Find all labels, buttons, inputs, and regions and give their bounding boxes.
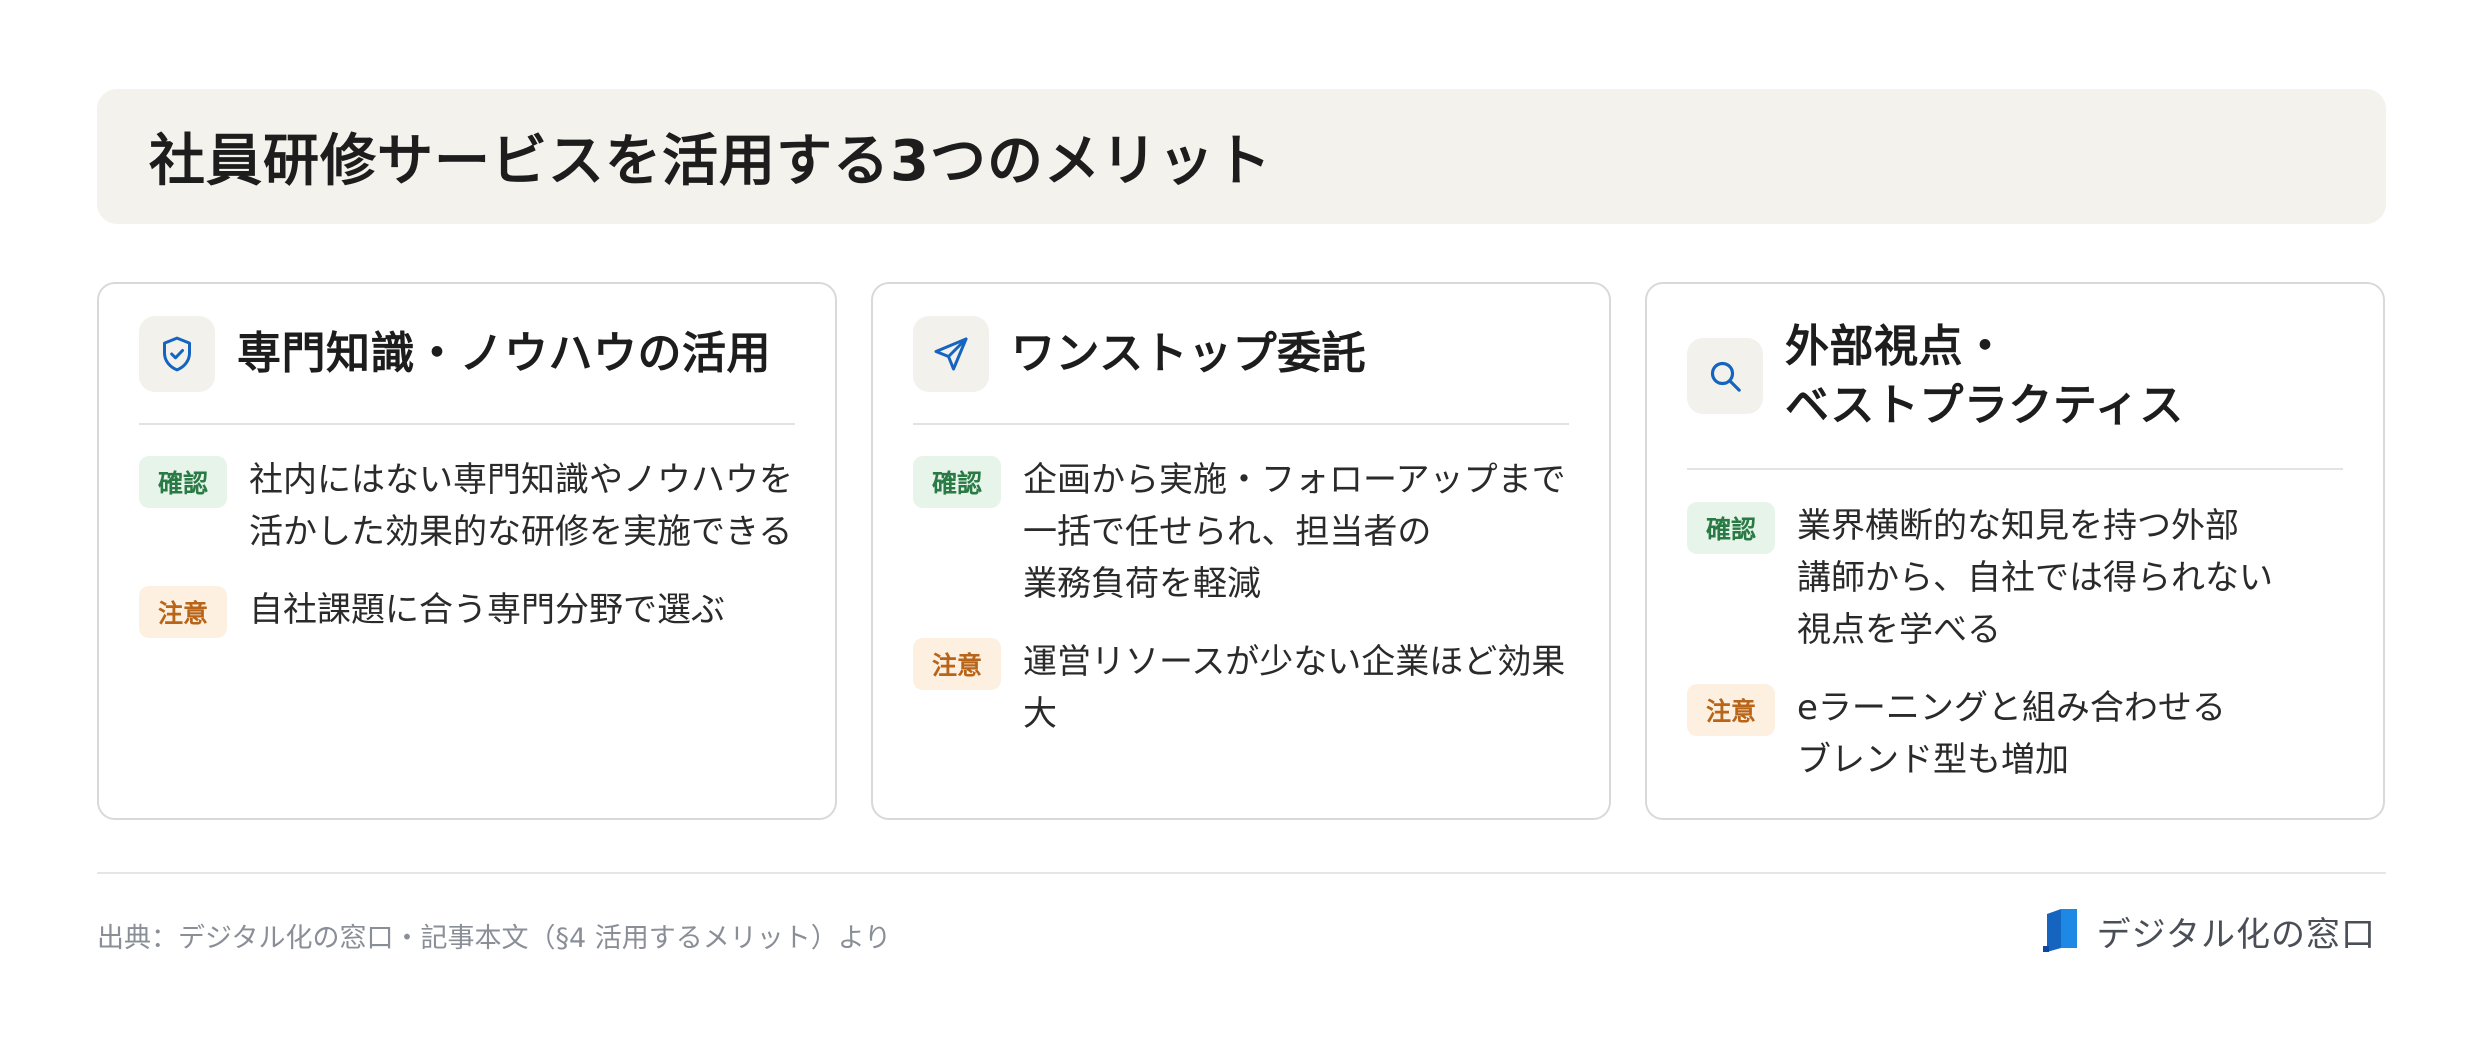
search-icon — [1687, 338, 1763, 414]
card-body: 確認 社内にはない専門知識やノウハウを 活かした効果的な研修を実施できる 注意 … — [139, 454, 805, 664]
card-header: 外部視点・ ベストプラクティス — [1687, 284, 2343, 470]
card-title: 外部視点・ ベストプラクティス — [1785, 320, 2184, 431]
item-text: eラーニングと組み合わせる ブレンド型も増加 — [1797, 688, 2226, 780]
list-item: 確認 業界横断的な知見を持つ外部 講師から、自社では得られない 視点を学べる — [1687, 500, 2353, 656]
list-item: 確認 企画から実施・フォローアップまで 一括で任せられ、担当者の 業務負荷を軽減 — [913, 454, 1579, 610]
send-icon — [913, 315, 989, 392]
item-text: 企画から実施・フォローアップまで 一括で任せられ、担当者の 業務負荷を軽減 — [1023, 460, 1566, 604]
card-header: ワンストップ委託 — [913, 284, 1569, 425]
card-header: 専門知識・ノウハウの活用 — [139, 284, 795, 425]
card-title: ワンストップ委託 — [1011, 327, 1367, 379]
list-item: 注意 自社課題に合う専門分野で選ぶ — [139, 584, 805, 638]
list-item: 確認 社内にはない専門知識やノウハウを 活かした効果的な研修を実施できる — [139, 454, 805, 558]
caution-badge: 注意 — [1687, 684, 1775, 736]
source-note: 出典：デジタル化の窓口・記事本文（§4 活用するメリット）より — [97, 923, 892, 954]
list-item: 注意 eラーニングと組み合わせる ブレンド型も増加 — [1687, 682, 2353, 786]
item-text: 運営リソースが少ない企業ほど効果 大 — [1023, 642, 1566, 734]
item-text: 自社課題に合う専門分野で選ぶ — [249, 590, 725, 630]
shield-check-icon — [139, 315, 215, 392]
card-expertise: 専門知識・ノウハウの活用 確認 社内にはない専門知識やノウハウを 活かした効果的… — [97, 282, 837, 820]
card-external-perspective: 外部視点・ ベストプラクティス 確認 業界横断的な知見を持つ外部 講師から、自社… — [1645, 282, 2385, 820]
card-one-stop: ワンストップ委託 確認 企画から実施・フォローアップまで 一括で任せられ、担当者… — [871, 282, 1611, 820]
title-banner: 社員研修サービスを活用する3つのメリット — [97, 89, 2386, 224]
list-item: 注意 運営リソースが少ない企業ほど効果 大 — [913, 636, 1579, 740]
confirm-badge: 確認 — [139, 456, 227, 508]
card-body: 確認 企画から実施・フォローアップまで 一括で任せられ、担当者の 業務負荷を軽減… — [913, 454, 1579, 766]
brand-name: デジタル化の窓口 — [2096, 914, 2376, 955]
item-text: 社内にはない専門知識やノウハウを 活かした効果的な研修を実施できる — [249, 460, 793, 552]
item-text: 業界横断的な知見を持つ外部 講師から、自社では得られない 視点を学べる — [1797, 506, 2273, 650]
caution-badge: 注意 — [139, 586, 227, 638]
card-title: 専門知識・ノウハウの活用 — [237, 327, 771, 379]
footer-divider — [97, 872, 2386, 874]
page-title: 社員研修サービスを活用する3つのメリット — [149, 129, 1272, 194]
caution-badge: 注意 — [913, 638, 1001, 690]
brand-logo: デジタル化の窓口 — [2042, 906, 2376, 956]
confirm-badge: 確認 — [913, 456, 1001, 508]
brand-logo-icon — [2042, 906, 2083, 956]
confirm-badge: 確認 — [1687, 502, 1775, 554]
card-body: 確認 業界横断的な知見を持つ外部 講師から、自社では得られない 視点を学べる 注… — [1687, 500, 2353, 812]
